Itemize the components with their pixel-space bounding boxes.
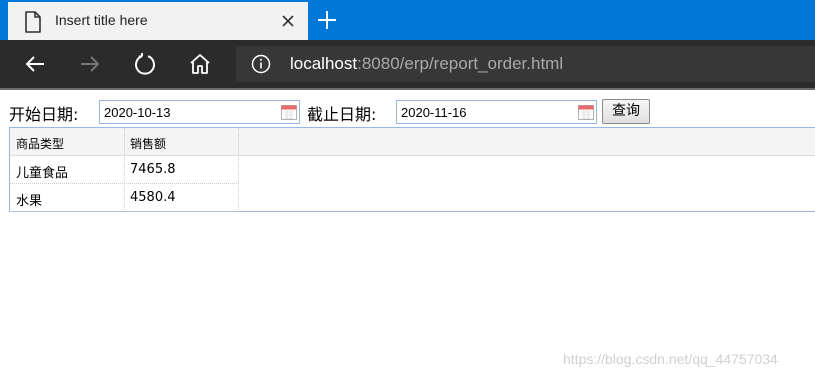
plus-icon[interactable] bbox=[315, 8, 339, 32]
start-date-input[interactable]: 2020-10-13 bbox=[99, 100, 300, 124]
forward-arrow-icon[interactable] bbox=[78, 52, 102, 76]
start-date-label: 开始日期: bbox=[9, 105, 79, 124]
calendar-icon[interactable] bbox=[577, 103, 595, 121]
watermark: https://blog.csdn.net/qq_44757034 bbox=[563, 351, 778, 367]
sales-cell: 4580.4 bbox=[130, 190, 176, 205]
address-url[interactable]: localhost:8080/erp/report_order.html bbox=[290, 54, 563, 74]
table-row[interactable]: 儿童食品 7465.8 bbox=[10, 156, 239, 184]
browser-tab-bar: Insert title here bbox=[0, 0, 815, 40]
report-grid: 商品类型 销售额 儿童食品 7465.8 水果 4580.4 bbox=[9, 127, 815, 212]
grid-header: 商品类型 销售额 bbox=[10, 128, 815, 156]
column-header-sales[interactable]: 销售额 bbox=[130, 135, 166, 152]
browser-tab[interactable]: Insert title here bbox=[8, 2, 308, 40]
home-icon[interactable] bbox=[188, 52, 212, 76]
end-date-value: 2020-11-16 bbox=[401, 105, 467, 120]
toolbar-divider bbox=[0, 88, 815, 90]
url-path: :8080/erp/report_order.html bbox=[357, 54, 564, 73]
start-date-value: 2020-10-13 bbox=[104, 105, 171, 120]
address-bar[interactable]: localhost:8080/erp/report_order.html bbox=[236, 46, 815, 82]
browser-toolbar: localhost:8080/erp/report_order.html bbox=[0, 40, 815, 88]
refresh-icon[interactable] bbox=[133, 52, 157, 76]
category-cell: 水果 bbox=[16, 194, 43, 209]
end-date-input[interactable]: 2020-11-16 bbox=[396, 100, 597, 124]
column-header-category[interactable]: 商品类型 bbox=[16, 135, 64, 152]
close-icon[interactable] bbox=[280, 13, 296, 29]
calendar-icon[interactable] bbox=[280, 103, 298, 121]
end-date-label: 截止日期: bbox=[307, 105, 377, 124]
page-icon bbox=[25, 11, 41, 33]
tab-title: Insert title here bbox=[55, 12, 148, 28]
url-host: localhost bbox=[290, 54, 358, 73]
query-button[interactable]: 查询 bbox=[602, 99, 650, 124]
sales-cell: 7465.8 bbox=[130, 162, 176, 177]
info-icon[interactable] bbox=[251, 54, 271, 74]
back-arrow-icon[interactable] bbox=[23, 52, 47, 76]
category-cell: 儿童食品 bbox=[16, 166, 69, 181]
table-row[interactable]: 水果 4580.4 bbox=[10, 184, 239, 212]
